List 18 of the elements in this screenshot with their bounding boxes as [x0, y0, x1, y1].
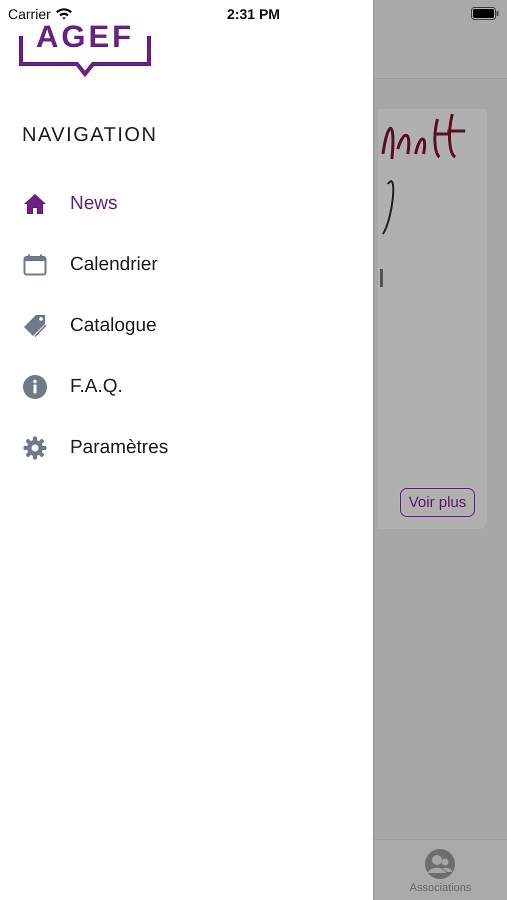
see-more-button[interactable]: Voir plus: [400, 488, 476, 517]
menu-item[interactable]: F.A.Q.: [0, 356, 373, 417]
wifi-icon: [54, 6, 73, 20]
carrier-label: Carrier: [8, 6, 51, 22]
navigation-heading: NAVIGATION: [22, 124, 158, 147]
menu-item[interactable]: Calendrier: [0, 234, 373, 295]
settings-icon: [23, 436, 47, 460]
info-icon: [23, 374, 47, 398]
people-icon: [424, 848, 456, 880]
home-icon: [23, 192, 47, 214]
calendar-icon: [23, 254, 47, 276]
menu-item[interactable]: News: [0, 173, 373, 234]
tag-icon: [23, 314, 47, 338]
clock-time: 2:31 PM: [227, 6, 280, 22]
battery-icon: [471, 7, 499, 20]
logo-text: AGEF: [36, 22, 134, 52]
menu-item[interactable]: Catalogue: [0, 295, 373, 356]
menu-item[interactable]: Paramètres: [0, 417, 373, 478]
